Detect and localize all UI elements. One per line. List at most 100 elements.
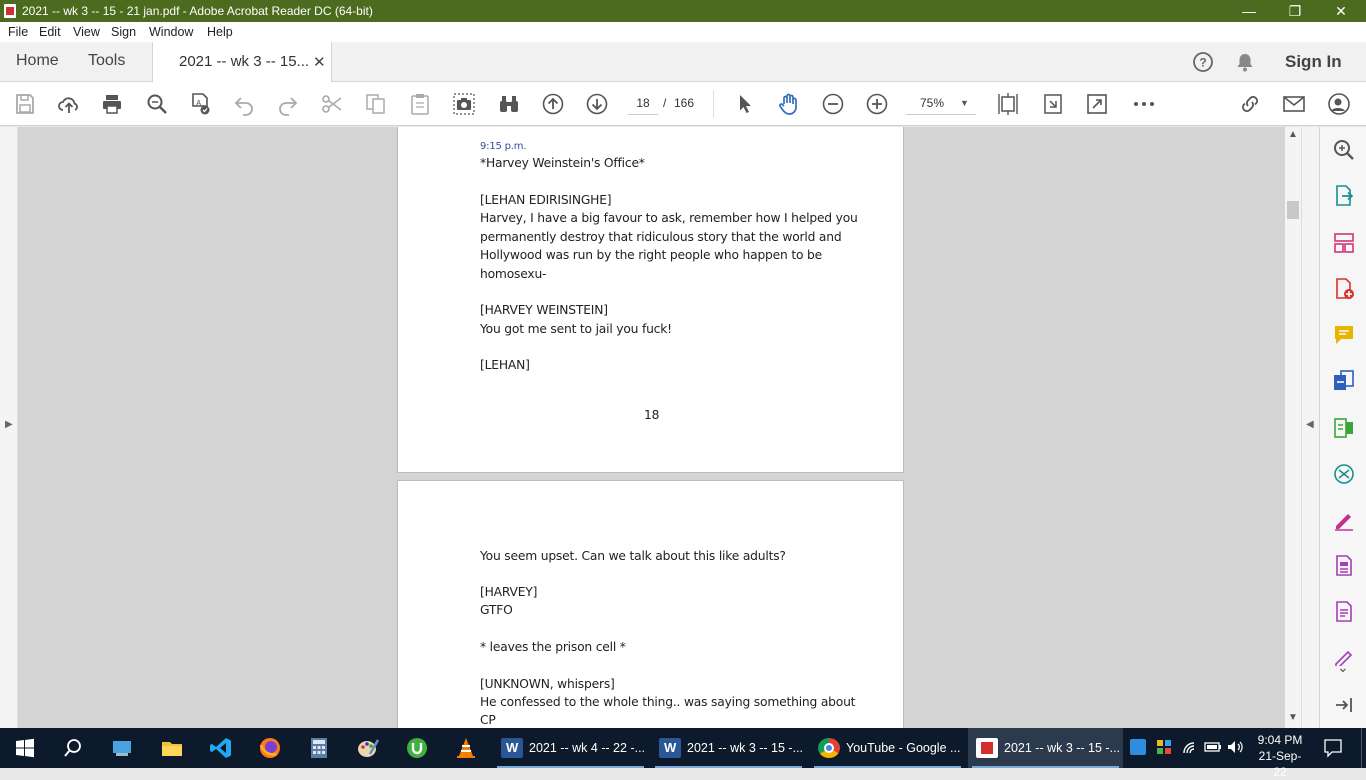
calculator-icon[interactable]	[307, 736, 331, 760]
prepare-form-icon[interactable]	[1332, 600, 1356, 624]
redo-icon[interactable]	[276, 92, 300, 116]
tray-app-icon[interactable]	[1130, 739, 1146, 755]
full-screen-icon[interactable]	[1085, 92, 1109, 116]
paint-icon[interactable]	[356, 736, 380, 760]
scroll-up-arrow-icon[interactable]: ▲	[1288, 129, 1298, 140]
page-text-line: homosexu-	[480, 267, 547, 281]
scroll-tools-down-icon[interactable]: ⌄	[1337, 659, 1349, 676]
hand-tool-icon[interactable]	[777, 92, 801, 116]
tab-tools[interactable]: Tools	[88, 52, 125, 70]
snapshot-camera-icon[interactable]	[452, 92, 476, 116]
right-pane-toggle[interactable]: ◀	[1301, 127, 1319, 728]
help-icon[interactable]: ?	[1192, 51, 1214, 73]
next-page-icon[interactable]	[585, 92, 609, 116]
tray-puzzle-icon[interactable]	[1156, 739, 1172, 755]
search-zoom-icon[interactable]	[145, 92, 169, 116]
previous-page-icon[interactable]	[541, 92, 565, 116]
print-icon[interactable]	[100, 92, 124, 116]
fit-page-icon[interactable]	[996, 92, 1020, 116]
more-options-icon[interactable]	[1132, 92, 1156, 116]
search-icon[interactable]	[61, 736, 85, 760]
scroll-down-arrow-icon[interactable]: ▼	[1288, 712, 1298, 723]
page-text-line: permanently destroy that ridiculous stor…	[480, 230, 842, 244]
edit-pdf-icon[interactable]	[1332, 416, 1356, 440]
page-text-line: CP	[480, 713, 496, 727]
page-separator: /	[663, 96, 667, 110]
paste-icon[interactable]	[408, 92, 432, 116]
left-nav-pane-toggle[interactable]: ▶	[0, 127, 18, 728]
zoom-in-icon[interactable]	[865, 92, 889, 116]
windows-start-icon[interactable]	[13, 736, 37, 760]
collapse-tools-pane-icon[interactable]	[1332, 693, 1356, 717]
notifications-bell-icon[interactable]	[1234, 51, 1256, 73]
clock[interactable]: 9:04 PM 21-Sep-22	[1252, 732, 1308, 779]
upload-cloud-icon[interactable]	[57, 92, 81, 116]
battery-icon[interactable]	[1204, 740, 1222, 754]
select-cursor-icon[interactable]	[733, 92, 757, 116]
menu-file[interactable]: File	[8, 22, 28, 42]
volume-icon[interactable]	[1226, 739, 1244, 755]
taskbar-acrobat-window-active[interactable]: 2021 -- wk 3 -- 15 -...	[968, 728, 1123, 768]
email-icon[interactable]	[1282, 92, 1306, 116]
title-bar: 2021 -- wk 3 -- 15 - 21 jan.pdf - Adobe …	[0, 0, 1366, 22]
show-desktop-button[interactable]	[1361, 728, 1366, 768]
request-signatures-icon[interactable]	[1332, 554, 1356, 578]
combine-files-icon[interactable]	[1332, 369, 1356, 393]
window-title: 2021 -- wk 3 -- 15 - 21 jan.pdf - Adobe …	[22, 4, 373, 18]
menu-sign[interactable]: Sign	[111, 22, 136, 42]
menu-help[interactable]: Help	[207, 22, 233, 42]
create-pdf-icon[interactable]	[1332, 277, 1356, 301]
export-pdf-icon[interactable]	[1332, 184, 1356, 208]
action-center-icon[interactable]	[1323, 738, 1343, 758]
menu-view[interactable]: View	[73, 22, 100, 42]
menu-edit[interactable]: Edit	[39, 22, 61, 42]
firefox-icon[interactable]	[258, 736, 282, 760]
undo-icon[interactable]	[232, 92, 256, 116]
utorrent-icon[interactable]	[405, 736, 429, 760]
svg-text:A: A	[196, 99, 202, 108]
add-person-icon[interactable]	[1327, 92, 1351, 116]
zoom-level-select[interactable]: 75% ▼	[906, 91, 976, 115]
word-icon: W	[659, 738, 681, 758]
copy-icon[interactable]	[364, 92, 388, 116]
vlc-icon[interactable]	[454, 736, 478, 760]
expand-left-pane-icon[interactable]: ▶	[5, 419, 13, 430]
find-binoculars-icon[interactable]	[497, 92, 521, 116]
text-recognition-icon[interactable]: A	[188, 92, 212, 116]
tools-pane: ⌄	[1319, 127, 1366, 728]
close-window-button[interactable]: ✕	[1318, 0, 1364, 22]
vertical-scrollbar[interactable]: ▲ ▼	[1285, 127, 1301, 728]
page-number-input[interactable]: 18	[628, 91, 658, 115]
minimize-button[interactable]: —	[1226, 0, 1272, 22]
taskbar-word-window-1[interactable]: W 2021 -- wk 4 -- 22 -...	[493, 728, 648, 768]
tab-document[interactable]: 2021 -- wk 3 -- 15... ✕	[152, 42, 332, 82]
zoom-out-icon[interactable]	[821, 92, 845, 116]
collapse-right-pane-icon[interactable]: ◀	[1306, 419, 1314, 430]
send-for-review-icon[interactable]	[1332, 462, 1356, 486]
rotate-view-icon[interactable]	[1041, 92, 1065, 116]
taskbar-chrome-window[interactable]: YouTube - Google ...	[810, 728, 965, 768]
sign-in-link[interactable]: Sign In	[1285, 52, 1342, 72]
page-text-line: *Harvey Weinstein's Office*	[480, 156, 645, 170]
vscode-icon[interactable]	[209, 736, 233, 760]
fill-sign-icon[interactable]	[1332, 508, 1356, 532]
save-icon[interactable]	[13, 92, 37, 116]
toolbar-divider	[713, 90, 714, 118]
cut-icon[interactable]	[320, 92, 344, 116]
file-explorer-icon[interactable]	[160, 736, 184, 760]
scrollbar-thumb[interactable]	[1287, 201, 1299, 219]
search-tool-icon[interactable]	[1332, 138, 1356, 162]
pc-manager-icon[interactable]	[110, 736, 134, 760]
wifi-icon[interactable]	[1182, 738, 1200, 756]
comment-icon[interactable]	[1332, 323, 1356, 347]
taskbar: W 2021 -- wk 4 -- 22 -... W 2021 -- wk 3…	[0, 728, 1366, 779]
share-link-icon[interactable]	[1238, 92, 1262, 116]
tab-home[interactable]: Home	[16, 52, 59, 70]
restore-button[interactable]: ❐	[1272, 0, 1318, 22]
taskbar-word-window-2[interactable]: W 2021 -- wk 3 -- 15 -...	[651, 728, 806, 768]
document-viewer[interactable]: 9:15 p.m. *Harvey Weinstein's Office* [L…	[18, 127, 1285, 728]
page-text-line: You got me sent to jail you fuck!	[480, 322, 672, 336]
organize-pages-icon[interactable]	[1332, 231, 1356, 255]
close-tab-icon[interactable]: ✕	[313, 53, 326, 71]
menu-window[interactable]: Window	[149, 22, 193, 42]
